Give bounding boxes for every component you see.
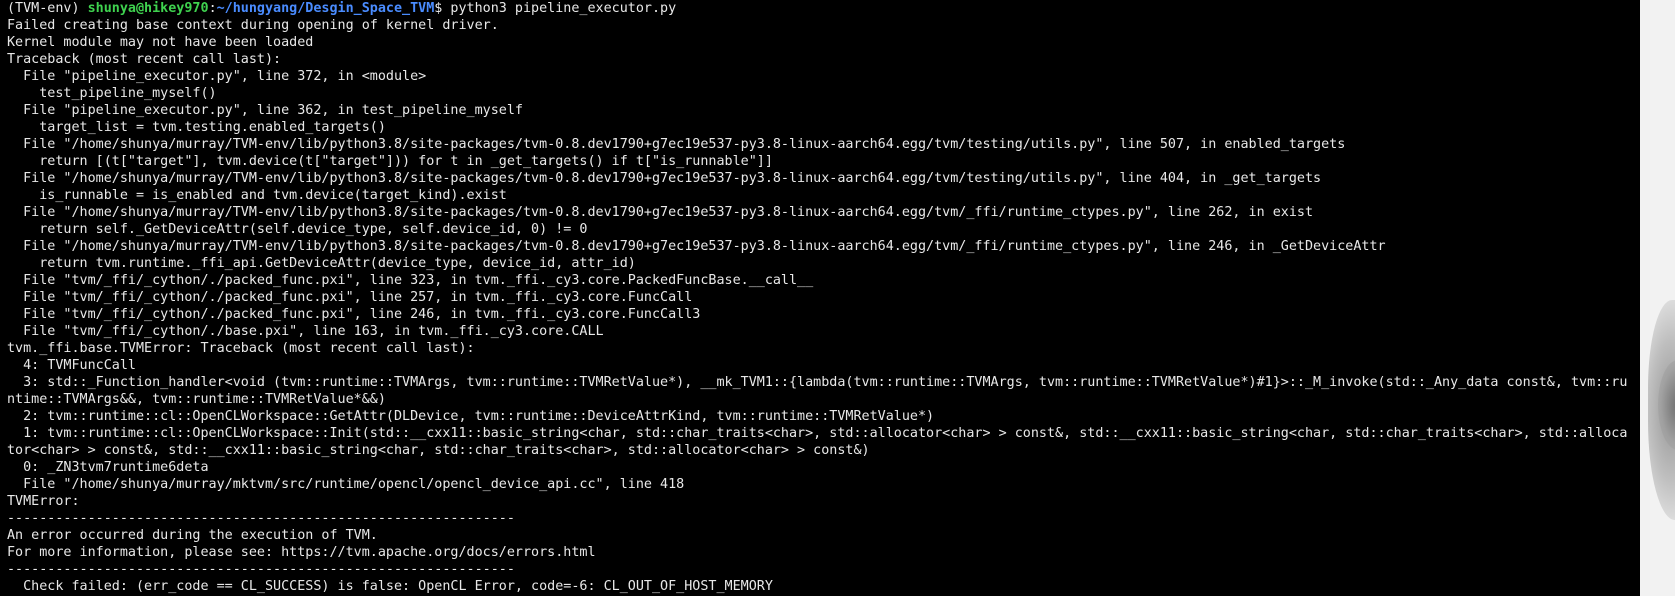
output-line: ntime::TVMArgs&&, tvm::runtime::TVMRetVa…	[7, 392, 386, 407]
output-line: is_runnable = is_enabled and tvm.device(…	[7, 188, 507, 203]
prompt-user-host: shunya@hikey970	[87, 1, 209, 16]
prompt-command: python3 pipeline_executor.py	[450, 1, 677, 16]
output-line: target_list = tvm.testing.enabled_target…	[7, 120, 386, 135]
output-line: 2: tvm::runtime::cl::OpenCLWorkspace::Ge…	[7, 409, 935, 424]
output-line: File "tvm/_ffi/_cython/./packed_func.pxi…	[7, 307, 701, 322]
output-line: File "/home/shunya/murray/TVM-env/lib/py…	[7, 239, 1386, 254]
terminal-window[interactable]: (TVM-env) shunya@hikey970:~/hungyang/Des…	[0, 0, 1640, 596]
output-line: tor<char> > const&, std::__cxx11::basic_…	[7, 443, 870, 458]
output-line: test_pipeline_myself()	[7, 86, 217, 101]
prompt-line: (TVM-env) shunya@hikey970:~/hungyang/Des…	[7, 0, 1627, 17]
output-line: File "pipeline_executor.py", line 362, i…	[7, 103, 523, 118]
output-line: 1: tvm::runtime::cl::OpenCLWorkspace::In…	[7, 426, 1628, 441]
output-line: Traceback (most recent call last):	[7, 52, 282, 67]
output-line: 4: TVMFuncCall	[7, 358, 136, 373]
output-line: An error occurred during the execution o…	[7, 528, 378, 543]
prompt-env: (TVM-env)	[7, 1, 88, 16]
output-line: File "/home/shunya/murray/TVM-env/lib/py…	[7, 137, 1346, 152]
output-line: tvm._ffi.base.TVMError: Traceback (most …	[7, 341, 475, 356]
background-photo-strip	[1640, 0, 1675, 596]
terminal-output: (TVM-env) shunya@hikey970:~/hungyang/Des…	[7, 0, 1627, 595]
output-line: File "/home/shunya/murray/TVM-env/lib/py…	[7, 205, 1314, 220]
output-line: File "tvm/_ffi/_cython/./packed_func.pxi…	[7, 273, 814, 288]
output-line: Check failed: (err_code == CL_SUCCESS) i…	[7, 579, 773, 594]
output-line: ----------------------------------------…	[7, 562, 515, 577]
output-line: File "/home/shunya/murray/TVM-env/lib/py…	[7, 171, 1322, 186]
output-line: Failed creating base context during open…	[7, 18, 499, 33]
output-line: For more information, please see: https:…	[7, 545, 596, 560]
prompt-path: ~/hungyang/Desgin_Space_TVM	[216, 1, 435, 16]
output-line: File "/home/shunya/murray/mktvm/src/runt…	[7, 477, 685, 492]
output-line: 3: std::_Function_handler<void (tvm::run…	[7, 375, 1628, 390]
output-line: return self._GetDeviceAttr(self.device_t…	[7, 222, 588, 237]
output-line: ----------------------------------------…	[7, 511, 515, 526]
prompt-separator: :	[208, 1, 217, 16]
output-line: File "pipeline_executor.py", line 372, i…	[7, 69, 427, 84]
output-line: TVMError:	[7, 494, 80, 509]
output-line: 0: _ZN3tvm7runtime6deta	[7, 460, 209, 475]
output-line: return tvm.runtime._ffi_api.GetDeviceAtt…	[7, 256, 636, 271]
output-line: return [(t["target"], tvm.device(t["targ…	[7, 154, 773, 169]
prompt-dollar: $	[434, 1, 451, 16]
output-line: File "tvm/_ffi/_cython/./packed_func.pxi…	[7, 290, 693, 305]
output-line: File "tvm/_ffi/_cython/./base.pxi", line…	[7, 324, 604, 339]
output-line: Kernel module may not have been loaded	[7, 35, 314, 50]
